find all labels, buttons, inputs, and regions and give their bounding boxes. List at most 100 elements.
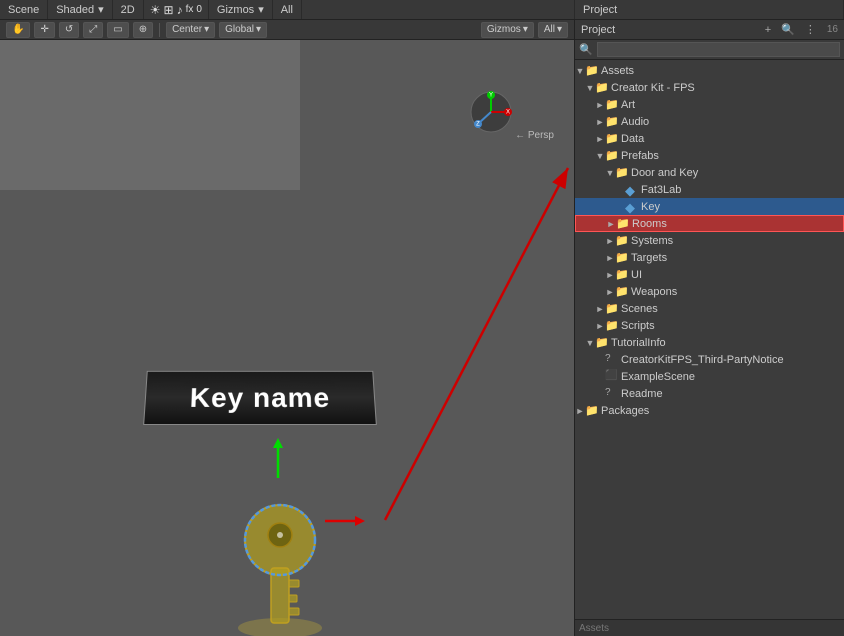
tree-item-rooms[interactable]: ►📁Rooms (575, 215, 844, 232)
gizmos-toolbar-dropdown[interactable]: Gizmos▾ (481, 22, 534, 38)
tree-item-examplescene[interactable]: ⬛ExampleScene (575, 368, 844, 385)
add-folder-button[interactable]: + (762, 23, 774, 37)
folder-icon: 📁 (605, 115, 619, 129)
rotate-tool[interactable]: ↺ (59, 22, 79, 38)
rect-tool[interactable]: ▭ (107, 22, 128, 38)
tree-item-label: Audio (621, 116, 649, 128)
light-icon[interactable]: ☀ (150, 3, 161, 17)
search-button[interactable]: 🔍 (778, 22, 798, 37)
scene-viewport[interactable]: Key name (0, 40, 574, 636)
key-object (225, 480, 335, 636)
all-filter[interactable]: All (273, 0, 302, 19)
prefab-icon: ◆ (625, 200, 639, 214)
tree-item-key[interactable]: ◆Key (575, 198, 844, 215)
tree-item-data[interactable]: ►📁Data (575, 130, 844, 147)
tree-item-label: Fat3Lab (641, 184, 681, 196)
folder-icon: 📁 (605, 302, 619, 316)
tree-item-label: UI (631, 269, 642, 281)
transform-tool[interactable]: ⊕ (133, 22, 153, 38)
tree-item-creator-kit[interactable]: ▼📁Creator Kit - FPS (575, 79, 844, 96)
folder-icon: 📁 (585, 64, 599, 78)
folder-icon: 📁 (595, 81, 609, 95)
tree-arrow: ► (605, 287, 615, 297)
tree-arrow: ► (595, 304, 605, 314)
tree-arrow: ▼ (585, 83, 595, 93)
tree-item-label: Scenes (621, 303, 658, 315)
svg-text:Y: Y (489, 93, 493, 99)
asset-count: Assets (579, 623, 609, 634)
scene-toolbar: ✋ ✛ ↺ ⤢ ▭ ⊕ Center▾ Global▾ Gizmos▾ All▾ (0, 20, 574, 40)
pivot-dropdown[interactable]: Center▾ (166, 22, 215, 38)
tree-item-label: Art (621, 99, 635, 111)
count-badge: 16 (827, 24, 838, 35)
tree-arrow: ► (595, 321, 605, 331)
tree-item-targets[interactable]: ►📁Targets (575, 249, 844, 266)
grid-background (0, 40, 300, 190)
tree-item-door-and-key[interactable]: ▼📁Door and Key (575, 164, 844, 181)
tree-item-tutorialinfo[interactable]: ▼📁TutorialInfo (575, 334, 844, 351)
tree-item-assets[interactable]: ▼📁Assets (575, 62, 844, 79)
folder-icon: 📁 (615, 251, 629, 265)
tree-arrow: ► (595, 117, 605, 127)
move-up-arrow (272, 438, 284, 486)
grid-icon[interactable]: ⊞ (164, 3, 174, 17)
stats-icon[interactable]: 0 (196, 4, 202, 15)
2d-button[interactable]: 2D (113, 0, 144, 19)
folder-icon: 📁 (615, 268, 629, 282)
tree-item-scripts[interactable]: ►📁Scripts (575, 317, 844, 334)
svg-text:X: X (506, 110, 510, 116)
folder-icon: 📁 (605, 319, 619, 333)
folder-icon: 📁 (605, 98, 619, 112)
project-search-input[interactable] (597, 42, 840, 57)
move-right-arrow (320, 515, 365, 530)
tree-item-systems[interactable]: ►📁Systems (575, 232, 844, 249)
tree-item-creatorkitfps[interactable]: ?CreatorKitFPS_Third-PartyNotice (575, 351, 844, 368)
audio-icon[interactable]: ♪ (177, 3, 183, 17)
folder-icon: 📁 (605, 132, 619, 146)
project-tab-label[interactable]: Project (581, 24, 615, 36)
persp-label: ← Persp (515, 130, 554, 141)
tree-item-label: Assets (601, 65, 634, 77)
scene-tab[interactable]: Scene (0, 0, 48, 19)
scene-label: Scene (8, 4, 39, 16)
folder-icon: 📁 (605, 149, 619, 163)
folder-icon: 📁 (615, 234, 629, 248)
tree-item-art[interactable]: ►📁Art (575, 96, 844, 113)
right-panel: Project + 🔍 ⋮ 16 🔍 ▼📁Assets▼📁Creator Kit… (574, 20, 844, 636)
global-dropdown[interactable]: Global▾ (219, 22, 267, 38)
tree-item-prefabs[interactable]: ▼📁Prefabs (575, 147, 844, 164)
chevron-down-icon: ▾ (258, 3, 264, 16)
tree-item-ui[interactable]: ►📁UI (575, 266, 844, 283)
project-header: Project + 🔍 ⋮ 16 (575, 20, 844, 40)
tree-item-label: Packages (601, 405, 649, 417)
project-search-bar: 🔍 (575, 40, 844, 60)
tree-item-label: Readme (621, 388, 663, 400)
search-filter-btn[interactable]: All▾ (538, 22, 568, 38)
tree-item-audio[interactable]: ►📁Audio (575, 113, 844, 130)
move-tool[interactable]: ✛ (34, 22, 54, 38)
gizmos-label: Gizmos (217, 4, 254, 16)
fx-icon[interactable]: fx (186, 4, 194, 15)
hand-tool[interactable]: ✋ (6, 22, 30, 38)
project-label: Project (583, 4, 617, 16)
tree-item-label: Data (621, 133, 644, 145)
shading-dropdown[interactable]: Shaded ▾ (48, 0, 112, 19)
project-tab[interactable]: Project (574, 0, 844, 19)
tree-item-readme[interactable]: ?Readme (575, 385, 844, 402)
tree-item-label: Creator Kit - FPS (611, 82, 695, 94)
tree-item-packages[interactable]: ►📁Packages (575, 402, 844, 419)
tree-item-label: Prefabs (621, 150, 659, 162)
key-name-display-box: Key name (143, 371, 377, 425)
tree-arrow: ▼ (575, 66, 585, 76)
svg-text:Z: Z (476, 122, 480, 128)
tree-item-fat3lab[interactable]: ◆Fat3Lab (575, 181, 844, 198)
gizmos-dropdown[interactable]: Gizmos ▾ (209, 0, 273, 19)
tree-item-label: Rooms (632, 218, 667, 230)
scale-tool[interactable]: ⤢ (83, 22, 103, 38)
chevron-down-icon: ▾ (98, 3, 104, 16)
shading-label: Shaded (56, 4, 94, 16)
tree-item-label: Targets (631, 252, 667, 264)
tree-item-scenes[interactable]: ►📁Scenes (575, 300, 844, 317)
options-button[interactable]: ⋮ (802, 22, 819, 37)
tree-item-weapons[interactable]: ►📁Weapons (575, 283, 844, 300)
